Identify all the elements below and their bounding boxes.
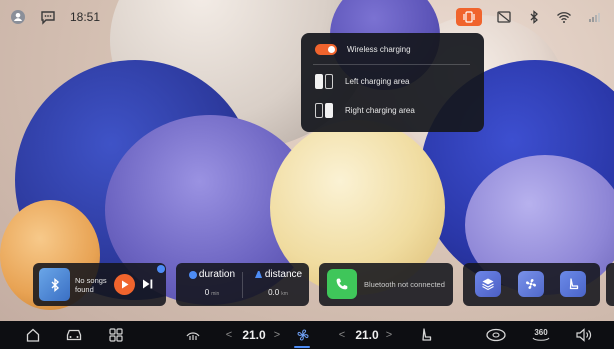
phone-card[interactable]: Bluetooth not connected — [319, 263, 453, 306]
status-bar-left: 18:51 — [10, 9, 100, 25]
right-charging-area-label: Right charging area — [345, 106, 415, 115]
play-button[interactable] — [114, 274, 135, 295]
seat-recline-icon[interactable] — [418, 327, 434, 343]
account-icon[interactable] — [10, 9, 26, 25]
fan-icon — [526, 279, 536, 289]
phone-icon[interactable] — [327, 269, 357, 299]
left-temp-down-arrow[interactable]: < — [224, 327, 234, 343]
view-360-button[interactable]: 360 — [530, 327, 552, 343]
screen-icon[interactable] — [496, 9, 512, 25]
distance-unit: km — [281, 291, 288, 297]
seat-button[interactable] — [560, 271, 586, 297]
play-icon — [121, 280, 128, 289]
view-360-label: 360 — [534, 327, 548, 337]
wireless-charging-label: Wireless charging — [347, 45, 411, 54]
trip-distance: distance 0.0 km — [246, 269, 310, 297]
bluetooth-status: Bluetooth not connected — [364, 280, 445, 289]
popup-divider — [313, 64, 470, 65]
status-bar-right — [456, 8, 602, 26]
toggle-knob — [328, 46, 335, 53]
distance-label: distance — [264, 269, 303, 280]
left-charging-area-label: Left charging area — [345, 77, 410, 86]
right-charging-area-icon — [315, 103, 333, 118]
layers-button[interactable] — [475, 271, 501, 297]
bluetooth-icon[interactable] — [526, 9, 542, 25]
wireless-charging-toggle[interactable] — [315, 44, 337, 55]
left-temp-up-arrow[interactable]: > — [272, 327, 282, 343]
next-track-icon — [143, 279, 153, 289]
duration-unit: min — [211, 291, 220, 297]
road-icon — [254, 271, 262, 278]
next-card-edge[interactable] — [606, 263, 614, 306]
right-temp-down-arrow[interactable]: < — [337, 327, 347, 343]
left-charging-area-icon — [315, 74, 333, 89]
status-bar: 18:51 — [0, 0, 614, 34]
trip-duration: duration 0 min — [180, 269, 244, 297]
bottom-dock: < 21.0 > < 21.0 > 360 — [0, 321, 614, 349]
music-card[interactable]: No songs found — [33, 263, 166, 306]
left-charging-area-row[interactable]: Left charging area — [315, 74, 410, 89]
seat-icon — [569, 278, 579, 290]
wireless-charging-row[interactable]: Wireless charging — [315, 44, 411, 55]
layers-icon — [482, 278, 494, 291]
bluetooth-badge-icon — [157, 265, 165, 273]
right-charging-area-row[interactable]: Right charging area — [315, 103, 415, 118]
apps-grid-icon[interactable] — [107, 327, 125, 343]
rotate-arc-icon — [532, 337, 550, 341]
clock-time: 18:51 — [70, 10, 101, 24]
duration-value: 0 — [204, 288, 210, 297]
charging-popup: Wireless charging Left charging area Rig… — [301, 33, 484, 132]
wireless-charging-status-icon[interactable] — [456, 8, 482, 26]
message-icon[interactable] — [40, 9, 56, 25]
steering-wheel-icon[interactable] — [484, 327, 508, 343]
quick-actions-card — [463, 263, 600, 306]
volume-icon[interactable] — [574, 327, 594, 343]
music-status: No songs found — [75, 276, 107, 294]
fan-button[interactable] — [518, 271, 544, 297]
fan-icon[interactable] — [294, 327, 312, 343]
right-temperature[interactable]: 21.0 — [353, 327, 381, 343]
trip-card[interactable]: duration 0 min distance 0.0 km — [176, 263, 309, 306]
home-icon[interactable] — [24, 327, 42, 343]
duration-label: duration — [198, 269, 236, 280]
album-art — [39, 268, 70, 301]
left-temperature[interactable]: 21.0 — [240, 327, 268, 343]
seat-heat-icon[interactable] — [183, 327, 203, 343]
car-icon[interactable] — [64, 327, 84, 343]
wifi-icon[interactable] — [556, 9, 572, 25]
trip-separator — [242, 272, 243, 298]
cellular-signal-icon — [586, 9, 602, 25]
clock-icon — [188, 270, 197, 279]
distance-value: 0.0 — [268, 288, 280, 297]
right-temp-up-arrow[interactable]: > — [384, 327, 394, 343]
next-track-button[interactable] — [142, 277, 154, 291]
fan-active-indicator — [294, 346, 310, 348]
